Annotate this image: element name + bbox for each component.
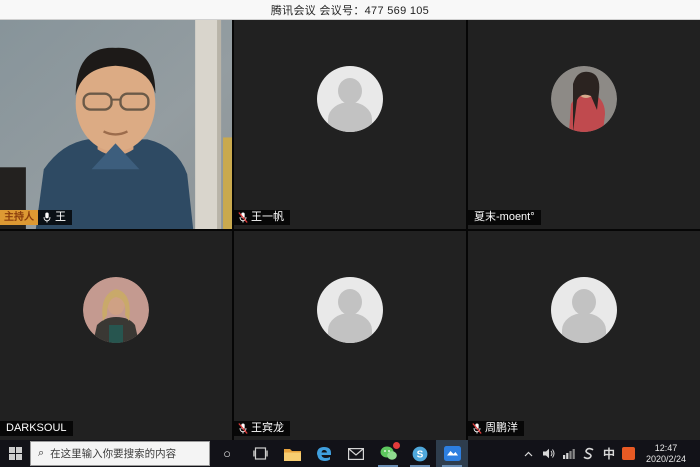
- participant-name: 周鹏洋: [485, 421, 518, 436]
- participant-name-chip: 王宾龙: [234, 421, 290, 436]
- profile-photo: [83, 277, 149, 343]
- file-explorer-button[interactable]: [276, 440, 308, 467]
- participant-label: 周鹏洋: [468, 421, 524, 436]
- wps-icon: [622, 447, 635, 460]
- avatar: [317, 66, 383, 132]
- tencent-meeting-button[interactable]: [436, 440, 468, 467]
- video-tile-host[interactable]: 主持人 王: [0, 20, 232, 229]
- network-button[interactable]: [560, 440, 578, 467]
- participant-label: DARKSOUL: [0, 421, 73, 436]
- video-tile[interactable]: 王宾龙: [234, 231, 466, 440]
- hidden-icons-button[interactable]: [520, 440, 538, 467]
- taskbar-spacer: [468, 440, 520, 467]
- mic-muted-icon: [238, 211, 248, 224]
- windows-logo-icon: [9, 447, 22, 460]
- participant-name: 夏末-moent°: [474, 210, 535, 225]
- sogou-input-button[interactable]: [580, 440, 598, 467]
- avatar: [551, 66, 617, 132]
- notification-badge: [393, 442, 400, 449]
- avatar: [83, 277, 149, 343]
- mail-icon: [348, 448, 364, 460]
- clock-date: 2020/2/24: [646, 454, 686, 465]
- video-grid: 主持人 王: [0, 20, 700, 440]
- participant-name: 王宾龙: [251, 421, 284, 436]
- svg-text:S: S: [417, 449, 424, 460]
- host-video-feed: [0, 20, 232, 229]
- start-button[interactable]: [0, 440, 30, 467]
- system-tray: 中 12:47 2020/2/24: [520, 440, 700, 467]
- participant-name-chip: DARKSOUL: [0, 421, 73, 436]
- participant-name: 王一帆: [251, 210, 284, 225]
- chevron-up-icon: [524, 451, 533, 457]
- participant-name: DARKSOUL: [6, 421, 67, 436]
- video-tile[interactable]: 周鹏洋: [468, 231, 700, 440]
- tencent-meeting-icon: [444, 446, 461, 461]
- default-avatar-icon: [551, 277, 617, 343]
- avatar: [551, 277, 617, 343]
- participant-name-chip: 王一帆: [234, 210, 290, 225]
- skype-icon: S: [412, 446, 428, 462]
- volume-button[interactable]: [540, 440, 558, 467]
- ime-label: 中: [603, 445, 615, 462]
- search-icon: ⌕: [38, 447, 44, 460]
- meeting-titlebar: 腾讯会议 会议号：477 569 105: [0, 0, 700, 20]
- edge-icon: [316, 446, 332, 462]
- profile-photo: [551, 66, 617, 132]
- video-tile[interactable]: 夏末-moent°: [468, 20, 700, 229]
- participant-name: 王: [55, 210, 66, 225]
- mic-muted-icon: [238, 422, 248, 435]
- cortana-button[interactable]: ○: [210, 440, 244, 467]
- windows-taskbar: ⌕ 在这里输入你要搜索的内容 ○: [0, 440, 700, 467]
- video-tile[interactable]: 王一帆: [234, 20, 466, 229]
- file-explorer-icon: [284, 447, 301, 461]
- participant-label: 主持人 王: [0, 210, 72, 225]
- cortana-icon: ○: [223, 446, 231, 461]
- ime-language-indicator[interactable]: 中: [600, 440, 618, 467]
- search-placeholder: 在这里输入你要搜索的内容: [50, 446, 176, 461]
- video-tile[interactable]: DARKSOUL: [0, 231, 232, 440]
- taskbar-search-input[interactable]: ⌕ 在这里输入你要搜索的内容: [30, 441, 210, 466]
- mic-on-icon: [42, 211, 52, 224]
- sogou-input-icon: [582, 447, 595, 460]
- participant-label: 王宾龙: [234, 421, 290, 436]
- participant-name-chip: 夏末-moent°: [468, 210, 541, 225]
- meeting-title: 腾讯会议 会议号：477 569 105: [271, 2, 429, 18]
- clock-time: 12:47: [655, 443, 678, 454]
- default-avatar-icon: [317, 277, 383, 343]
- taskbar-clock[interactable]: 12:47 2020/2/24: [640, 443, 692, 465]
- speaker-icon: [543, 448, 555, 459]
- participant-label: 王一帆: [234, 210, 290, 225]
- mail-button[interactable]: [340, 440, 372, 467]
- participant-name-chip: 王: [38, 210, 72, 225]
- host-badge: 主持人: [0, 210, 38, 225]
- wps-tray-button[interactable]: [620, 440, 638, 467]
- task-view-icon: [253, 447, 268, 460]
- participant-name-chip: 周鹏洋: [468, 421, 524, 436]
- participant-label: 夏末-moent°: [468, 210, 541, 225]
- edge-browser-button[interactable]: [308, 440, 340, 467]
- desktop-screen: 腾讯会议 会议号：477 569 105: [0, 0, 700, 467]
- avatar: [317, 277, 383, 343]
- task-view-button[interactable]: [244, 440, 276, 467]
- mic-muted-icon: [472, 422, 482, 435]
- wechat-button[interactable]: [372, 440, 404, 467]
- default-avatar-icon: [317, 66, 383, 132]
- network-icon: [563, 448, 575, 459]
- skype-button[interactable]: S: [404, 440, 436, 467]
